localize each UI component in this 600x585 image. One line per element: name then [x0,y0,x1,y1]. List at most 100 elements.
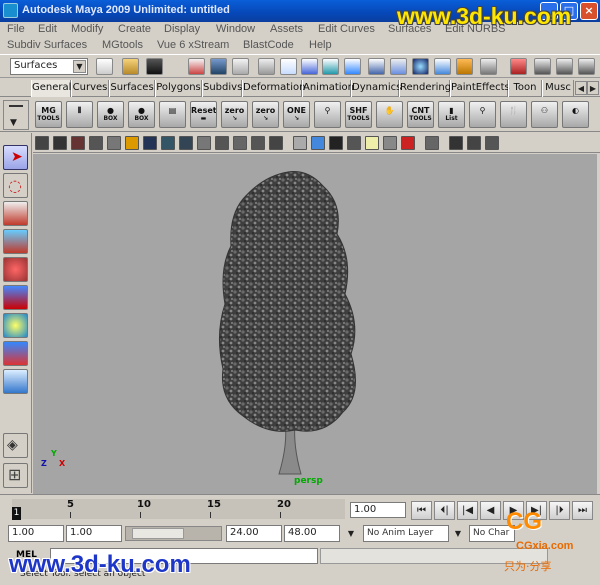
menu-blastcode[interactable]: BlastCode [243,39,294,51]
tab-dynamics[interactable]: Dynamics [351,80,401,97]
shadows-icon[interactable] [401,136,415,150]
shelf-button-mg-pillars[interactable]: ⦀ [66,101,93,128]
shelf-button-zero-b[interactable]: zero ↘ [252,101,279,128]
menu-help[interactable]: Help [309,39,332,51]
image-plane-icon[interactable] [89,136,103,150]
layout-icon[interactable] [534,58,551,75]
shelf-scroll-left-icon[interactable]: ◀ [575,81,587,95]
playback-end-field[interactable]: 24.00 [226,525,282,542]
step-back-key-button[interactable]: ⏴| [434,501,455,520]
safe-title-icon[interactable] [215,136,229,150]
playback-range-slider[interactable] [125,526,222,541]
shelf-button-zero-a[interactable]: zero ↘ [221,101,248,128]
step-back-frame-button[interactable]: |◀ [457,501,478,520]
select-hierarchy-icon[interactable] [188,58,205,75]
channel-box-icon[interactable] [480,58,497,75]
wireframe-on-shaded-icon[interactable] [269,136,283,150]
magnet-icon[interactable] [510,58,527,75]
shelf-button-sphere-tool[interactable]: ⚇ [531,101,558,128]
shelf-button-half-tool[interactable]: ◐ [562,101,589,128]
gate-mask-icon[interactable] [161,136,175,150]
current-frame-marker[interactable]: 1 [12,507,21,520]
time-slider-track[interactable]: 5 10 15 20 [12,499,345,519]
snap-view-plane-icon[interactable] [322,58,339,75]
close-button[interactable]: × [580,2,598,20]
menu-display[interactable]: Display [164,23,200,35]
camera-attributes-icon[interactable] [35,136,49,150]
resolution-gate-icon[interactable] [143,136,157,150]
menu-set-selector[interactable]: Surfaces ▼ [10,58,88,75]
shelf-button-mgtools[interactable]: MG TOOLS [35,101,62,128]
history-icon[interactable] [368,58,385,75]
save-scene-icon[interactable] [146,58,163,75]
lock-icon[interactable] [456,58,473,75]
shelf-button-reset-tool[interactable]: Reset ▬ [190,101,217,128]
shelf-button-fork-tool[interactable]: 🍴 [500,101,527,128]
field-chart-icon[interactable] [179,136,193,150]
menu-assets[interactable]: Assets [270,23,303,35]
two-sided-icon[interactable] [467,136,481,150]
high-quality-icon[interactable] [449,136,463,150]
playback-start-field[interactable]: 1.00 [66,525,122,542]
shelf-button-layer-tool[interactable]: ▤ [159,101,186,128]
shelf-button-hand-tool[interactable]: ✋ [376,101,403,128]
menu-modify[interactable]: Modify [71,23,103,35]
range-slider-thumb[interactable] [132,528,184,539]
render-current-icon[interactable] [412,58,429,75]
anim-layer-dropdown[interactable]: No Anim Layer [363,525,449,542]
shelf-button-box-a[interactable]: ● BOX [97,101,124,128]
open-scene-icon[interactable] [122,58,139,75]
anim-layer-chevron-down-icon[interactable]: ▼ [344,525,358,542]
shelf-button-search-tool[interactable]: ⚲ [314,101,341,128]
current-frame-field[interactable]: 1.00 [350,502,406,518]
soft-modification-icon[interactable] [3,341,28,366]
shelf-scroll-right-icon[interactable]: ▶ [587,81,599,95]
lasso-tool-icon[interactable]: ◌ [3,173,28,198]
use-all-lights-icon[interactable] [383,136,397,150]
film-gate-icon[interactable] [125,136,139,150]
character-chevron-down-icon[interactable]: ▼ [451,525,465,542]
safe-action-icon[interactable] [197,136,211,150]
menu-window[interactable]: Window [216,23,255,35]
tab-deformation[interactable]: Deformation [242,80,305,97]
tab-general[interactable]: General [31,80,71,97]
universal-manipulator-icon[interactable] [3,313,28,338]
tab-surfaces[interactable]: Surfaces [109,80,155,97]
tab-toon[interactable]: Toon [508,80,542,97]
bounding-box-icon[interactable] [329,136,343,150]
tab-subdivs[interactable]: Subdivs [202,80,242,97]
tab-animation[interactable]: Animation [302,80,354,97]
select-object-icon[interactable] [210,58,227,75]
menu-mgtools[interactable]: MGtools [102,39,143,51]
panel-layout-icon[interactable] [485,136,499,150]
select-tool-icon[interactable]: ➤ [3,145,28,170]
layout-four-view-icon[interactable]: ⊞ [3,463,28,488]
menu-edit-curves[interactable]: Edit Curves [318,23,375,35]
snap-point-icon[interactable] [301,58,318,75]
animation-end-field[interactable]: 48.00 [284,525,340,542]
tool-settings-icon[interactable] [578,58,595,75]
bookmark-icon[interactable] [71,136,85,150]
tab-muscle[interactable]: Musc [542,80,574,97]
perspective-viewport[interactable]: Y Z X persp [33,154,597,494]
isolate-select-icon[interactable] [293,136,307,150]
make-live-icon[interactable] [344,58,361,75]
show-manipulator-icon[interactable] [3,369,28,394]
xray-icon[interactable] [425,136,439,150]
menu-file[interactable]: File [7,23,25,35]
shelf-button-cnt-tools[interactable]: CNT TOOLS [407,101,434,128]
menu-create[interactable]: Create [118,23,151,35]
camera-select-icon[interactable] [53,136,67,150]
menu-vue-xstream[interactable]: Vue 6 xStream [157,39,229,51]
render-view-icon[interactable] [390,58,407,75]
scale-tool-icon[interactable] [3,285,28,310]
animation-start-field[interactable]: 1.00 [8,525,64,542]
tab-curves[interactable]: Curves [71,80,109,97]
tab-painteffects[interactable]: PaintEffects [450,80,510,97]
smooth-shade-icon[interactable] [251,136,265,150]
shelf-button-box-b[interactable]: ● BOX [128,101,155,128]
shelf-button-one-tool[interactable]: ONE ↘ [283,101,310,128]
shelf-menu[interactable]: ▼ [3,100,29,130]
shelf-button-shf-tools[interactable]: SHF TOOLS [345,101,372,128]
paint-select-tool-icon[interactable] [3,201,28,226]
